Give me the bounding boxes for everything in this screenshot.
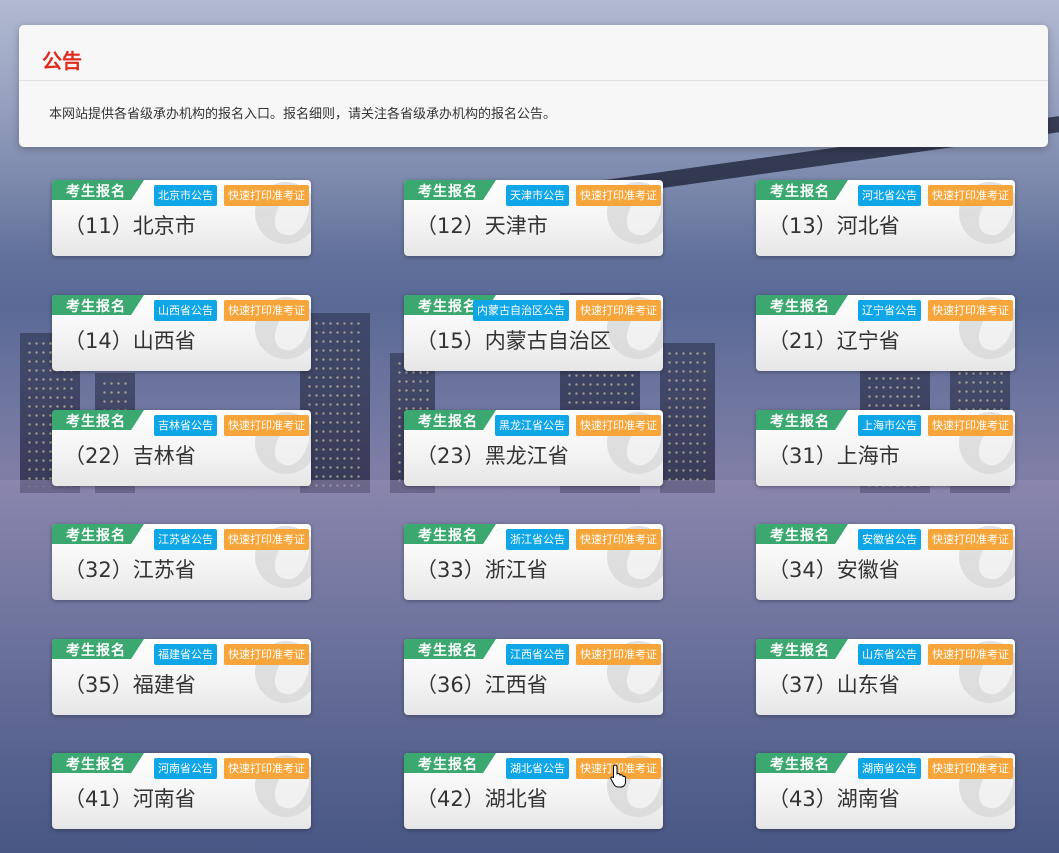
print-admission-ticket-button[interactable]: 快速打印准考证	[224, 300, 309, 321]
province-name: （41）河南省	[64, 787, 196, 811]
register-button[interactable]: 考生报名	[52, 524, 144, 544]
print-admission-ticket-button[interactable]: 快速打印准考证	[576, 415, 661, 436]
province-notice-button[interactable]: 山西省公告	[154, 300, 217, 321]
register-button[interactable]: 考生报名	[52, 753, 144, 773]
province-notice-button[interactable]: 北京市公告	[154, 185, 217, 206]
province-notice-button[interactable]: 湖南省公告	[858, 758, 921, 779]
province-notice-button[interactable]: 内蒙古自治区公告	[473, 300, 569, 321]
province-notice-button[interactable]: 天津市公告	[506, 185, 569, 206]
province-card[interactable]: 考生报名 河南省公告 快速打印准考证 （41）河南省	[52, 753, 311, 829]
province-notice-button[interactable]: 上海市公告	[858, 415, 921, 436]
province-name: （43）湖南省	[768, 787, 900, 811]
print-admission-ticket-button[interactable]: 快速打印准考证	[224, 185, 309, 206]
register-button[interactable]: 考生报名	[404, 410, 496, 430]
print-admission-ticket-button[interactable]: 快速打印准考证	[576, 644, 661, 665]
province-notice-button[interactable]: 安徽省公告	[858, 529, 921, 550]
register-button[interactable]: 考生报名	[404, 524, 496, 544]
province-card[interactable]: 考生报名 河北省公告 快速打印准考证 （13）河北省	[756, 180, 1015, 256]
print-admission-ticket-button[interactable]: 快速打印准考证	[224, 529, 309, 550]
register-button[interactable]: 考生报名	[404, 639, 496, 659]
print-admission-ticket-button[interactable]: 快速打印准考证	[928, 185, 1013, 206]
province-notice-button[interactable]: 湖北省公告	[506, 758, 569, 779]
province-card[interactable]: 考生报名 安徽省公告 快速打印准考证 （34）安徽省	[756, 524, 1015, 600]
province-card[interactable]: 考生报名 北京市公告 快速打印准考证 （11）北京市	[52, 180, 311, 256]
province-card[interactable]: 考生报名 江苏省公告 快速打印准考证 （32）江苏省	[52, 524, 311, 600]
province-notice-button[interactable]: 江西省公告	[506, 644, 569, 665]
register-button[interactable]: 考生报名	[756, 524, 848, 544]
register-button[interactable]: 考生报名	[756, 753, 848, 773]
province-name: （37）山东省	[768, 673, 900, 697]
register-button[interactable]: 考生报名	[52, 639, 144, 659]
province-card[interactable]: 考生报名 吉林省公告 快速打印准考证 （22）吉林省	[52, 410, 311, 486]
print-admission-ticket-button[interactable]: 快速打印准考证	[224, 758, 309, 779]
province-notice-button[interactable]: 黑龙江省公告	[495, 415, 569, 436]
province-card[interactable]: 考生报名 天津市公告 快速打印准考证 （12）天津市	[404, 180, 663, 256]
province-card[interactable]: 考生报名 山西省公告 快速打印准考证 （14）山西省	[52, 295, 311, 371]
province-name: （11）北京市	[64, 214, 196, 238]
province-name: （14）山西省	[64, 329, 196, 353]
print-admission-ticket-button[interactable]: 快速打印准考证	[928, 529, 1013, 550]
province-name: （31）上海市	[768, 444, 900, 468]
province-name: （33）浙江省	[416, 558, 548, 582]
province-notice-button[interactable]: 辽宁省公告	[858, 300, 921, 321]
hand-cursor-icon	[610, 764, 626, 788]
province-name: （35）福建省	[64, 673, 196, 697]
register-button[interactable]: 考生报名	[52, 410, 144, 430]
province-name: （21）辽宁省	[768, 329, 900, 353]
province-card[interactable]: 考生报名 福建省公告 快速打印准考证 （35）福建省	[52, 639, 311, 715]
print-admission-ticket-button[interactable]: 快速打印准考证	[928, 300, 1013, 321]
province-notice-button[interactable]: 福建省公告	[154, 644, 217, 665]
province-card[interactable]: 考生报名 江西省公告 快速打印准考证 （36）江西省	[404, 639, 663, 715]
province-notice-button[interactable]: 山东省公告	[858, 644, 921, 665]
province-card[interactable]: 考生报名 内蒙古自治区公告 快速打印准考证 （15）内蒙古自治区	[404, 295, 663, 371]
register-button[interactable]: 考生报名	[756, 295, 848, 315]
province-name: （34）安徽省	[768, 558, 900, 582]
province-name: （12）天津市	[416, 214, 548, 238]
print-admission-ticket-button[interactable]: 快速打印准考证	[224, 415, 309, 436]
print-admission-ticket-button[interactable]: 快速打印准考证	[928, 644, 1013, 665]
print-admission-ticket-button[interactable]: 快速打印准考证	[576, 300, 661, 321]
province-name: （15）内蒙古自治区	[416, 329, 611, 353]
province-notice-button[interactable]: 河南省公告	[154, 758, 217, 779]
notice-title: 公告	[42, 49, 82, 73]
print-admission-ticket-button[interactable]: 快速打印准考证	[224, 644, 309, 665]
province-name: （36）江西省	[416, 673, 548, 697]
province-name: （32）江苏省	[64, 558, 196, 582]
register-button[interactable]: 考生报名	[404, 753, 496, 773]
notice-panel: 公告 本网站提供各省级承办机构的报名入口。报名细则，请关注各省级承办机构的报名公…	[19, 25, 1048, 147]
notice-header: 公告	[19, 25, 1048, 81]
register-button[interactable]: 考生报名	[756, 180, 848, 200]
province-notice-button[interactable]: 江苏省公告	[154, 529, 217, 550]
province-card[interactable]: 考生报名 山东省公告 快速打印准考证 （37）山东省	[756, 639, 1015, 715]
province-notice-button[interactable]: 浙江省公告	[506, 529, 569, 550]
province-name: （23）黑龙江省	[416, 444, 569, 468]
print-admission-ticket-button[interactable]: 快速打印准考证	[928, 758, 1013, 779]
print-admission-ticket-button[interactable]: 快速打印准考证	[576, 529, 661, 550]
province-name: （22）吉林省	[64, 444, 196, 468]
province-card[interactable]: 考生报名 浙江省公告 快速打印准考证 （33）浙江省	[404, 524, 663, 600]
province-notice-button[interactable]: 吉林省公告	[154, 415, 217, 436]
register-button[interactable]: 考生报名	[52, 295, 144, 315]
register-button[interactable]: 考生报名	[756, 639, 848, 659]
register-button[interactable]: 考生报名	[404, 180, 496, 200]
province-name: （42）湖北省	[416, 787, 548, 811]
province-notice-button[interactable]: 河北省公告	[858, 185, 921, 206]
register-button[interactable]: 考生报名	[756, 410, 848, 430]
print-admission-ticket-button[interactable]: 快速打印准考证	[928, 415, 1013, 436]
province-name: （13）河北省	[768, 214, 900, 238]
province-card[interactable]: 考生报名 湖南省公告 快速打印准考证 （43）湖南省	[756, 753, 1015, 829]
province-card[interactable]: 考生报名 上海市公告 快速打印准考证 （31）上海市	[756, 410, 1015, 486]
notice-text: 本网站提供各省级承办机构的报名入口。报名细则，请关注各省级承办机构的报名公告。	[49, 107, 557, 122]
register-button[interactable]: 考生报名	[52, 180, 144, 200]
print-admission-ticket-button[interactable]: 快速打印准考证	[576, 185, 661, 206]
province-card[interactable]: 考生报名 辽宁省公告 快速打印准考证 （21）辽宁省	[756, 295, 1015, 371]
province-card[interactable]: 考生报名 黑龙江省公告 快速打印准考证 （23）黑龙江省	[404, 410, 663, 486]
